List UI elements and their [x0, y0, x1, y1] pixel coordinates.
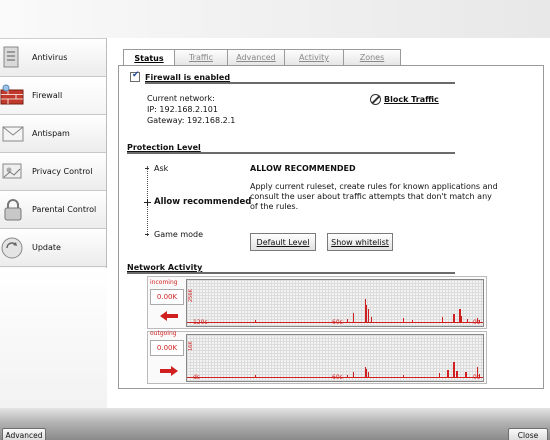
level-ask[interactable]: Ask: [154, 164, 168, 173]
ip-address: IP: 192.168.2.101: [147, 105, 218, 114]
outgoing-scale: 16K: [188, 341, 194, 351]
outgoing-graph: 16K ds 60s 0s: [186, 334, 484, 382]
incoming-bar: [367, 309, 369, 322]
slider-tick-ask: [145, 168, 149, 169]
update-icon: [0, 233, 30, 263]
network-activity-title: Network Activity: [127, 263, 455, 274]
slider-tick-game: [145, 234, 149, 235]
sidebar-item-label: Update: [32, 243, 61, 252]
incoming-label: incoming: [150, 279, 178, 286]
incoming-bar: [255, 319, 257, 322]
sidebar-item-label: Parental Control: [32, 205, 97, 214]
tab-activity[interactable]: Activity: [284, 49, 344, 65]
default-level-button[interactable]: Default Level: [250, 233, 316, 251]
firewall-enabled-checkbox[interactable]: [130, 70, 140, 82]
outgoing-bar: [465, 372, 467, 377]
block-icon: [370, 94, 381, 105]
outgoing-bar: [352, 372, 355, 377]
incoming-arrow-icon: [160, 311, 178, 321]
outgoing-bar: [453, 361, 455, 377]
incoming-tick-start: 120s: [193, 319, 208, 326]
selected-level-title: ALLOW RECOMMENDED: [250, 164, 356, 173]
incoming-graph-panel: incoming 0.00K 256K 120s 60s 0s: [147, 276, 487, 329]
outgoing-bar: [447, 369, 449, 377]
tab-status[interactable]: Status: [123, 49, 175, 66]
incoming-bar: [352, 313, 355, 322]
incoming-bar: [411, 319, 414, 322]
incoming-graph: 256K 120s 60s 0s: [186, 279, 484, 327]
outgoing-bar: [346, 374, 349, 377]
outgoing-bar: [403, 374, 405, 377]
sidebar-item-antispam[interactable]: Antispam: [0, 115, 106, 153]
tab-zones[interactable]: Zones: [343, 49, 401, 65]
incoming-tick-mid: 60s: [332, 319, 343, 326]
level-description: Apply current ruleset, create rules for …: [250, 182, 498, 211]
outgoing-tick-mid: 60s: [332, 374, 343, 381]
protection-level-title: Protection Level: [127, 143, 455, 154]
tab-traffic[interactable]: Traffic: [174, 49, 228, 65]
outgoing-bar: [367, 372, 369, 377]
gateway-address: Gateway: 192.168.2.1: [147, 116, 236, 125]
firewall-enabled-label: Firewall is enabled: [145, 73, 455, 84]
incoming-bar: [460, 316, 463, 322]
sidebar-item-privacy-control[interactable]: Privacy Control: [0, 153, 106, 191]
sidebar-item-label: Firewall: [32, 91, 63, 100]
outgoing-bar: [255, 374, 257, 377]
firewall-icon: [0, 81, 30, 111]
show-whitelist-button[interactable]: Show whitelist: [327, 233, 393, 251]
outgoing-label: outgoing: [150, 330, 177, 337]
incoming-bar: [466, 318, 469, 322]
sidebar-item-label: Privacy Control: [32, 167, 93, 176]
outgoing-value: 0.00K: [150, 340, 184, 356]
advanced-button[interactable]: Advanced: [2, 428, 46, 440]
tab-bar: Status Traffic Advanced Activity Zones: [123, 49, 401, 66]
outgoing-bar: [456, 370, 458, 377]
incoming-bar: [403, 318, 405, 322]
top-banner: [0, 0, 550, 38]
sidebar-item-label: Antivirus: [32, 53, 68, 62]
incoming-bar: [478, 319, 480, 322]
outgoing-bar: [478, 373, 480, 377]
incoming-value: 0.00K: [150, 289, 184, 305]
incoming-bar: [441, 317, 443, 322]
antispam-icon: [0, 119, 30, 149]
tab-advanced[interactable]: Advanced: [227, 49, 285, 65]
sidebar-item-parental-control[interactable]: Parental Control: [0, 191, 106, 229]
sidebar: Antivirus Firewall Antispam Privacy Cont…: [0, 38, 107, 268]
incoming-bar: [370, 317, 372, 322]
sidebar-item-update[interactable]: Update: [0, 229, 106, 267]
block-traffic-label: Block Traffic: [384, 95, 439, 104]
incoming-bar: [346, 318, 349, 322]
parental-icon: [0, 195, 30, 225]
incoming-bar: [453, 314, 455, 322]
privacy-icon: [0, 157, 30, 187]
sidebar-item-label: Antispam: [32, 129, 70, 138]
level-game-mode[interactable]: Game mode: [154, 230, 203, 239]
sidebar-item-firewall[interactable]: Firewall: [0, 77, 106, 115]
antivirus-icon: [0, 43, 30, 73]
sidebar-background: [0, 268, 107, 408]
outgoing-bar: [438, 373, 440, 377]
close-button[interactable]: Close: [508, 428, 548, 440]
protection-slider-thumb[interactable]: [144, 199, 151, 206]
bottom-bar: [0, 408, 550, 440]
outgoing-graph-panel: outgoing 0.00K 16K ds 60s 0s: [147, 330, 487, 384]
outgoing-tick-start: ds: [193, 374, 200, 381]
incoming-scale: 256K: [188, 289, 194, 302]
current-network-label: Current network:: [147, 94, 215, 103]
outgoing-arrow-icon: [160, 366, 178, 376]
level-allow-recommended[interactable]: Allow recommended: [154, 197, 251, 207]
sidebar-item-antivirus[interactable]: Antivirus: [0, 39, 106, 77]
block-traffic-button[interactable]: Block Traffic: [370, 94, 439, 105]
